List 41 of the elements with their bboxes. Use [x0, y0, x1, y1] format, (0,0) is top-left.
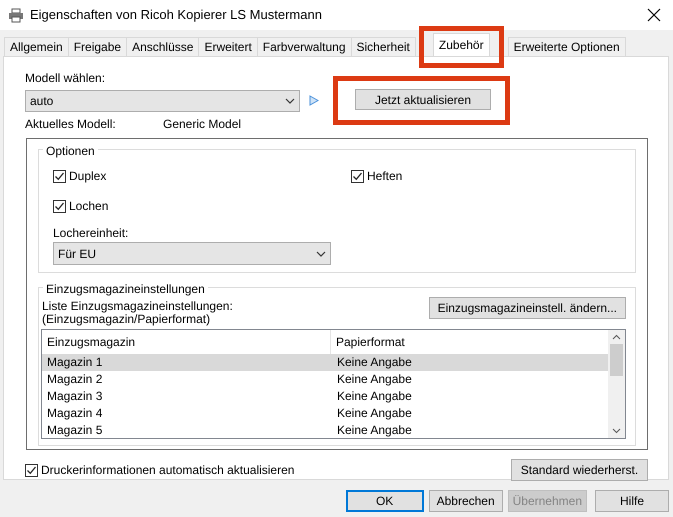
- update-button[interactable]: Jetzt aktualisieren: [355, 89, 491, 110]
- tab[interactable]: Freigabe: [68, 37, 128, 56]
- printer-icon: [8, 8, 24, 22]
- list-caption: Liste Einzugsmagazineinstellungen: (Einzugsmagazin/Papierformat): [41, 300, 233, 326]
- column-header[interactable]: Papierformat: [331, 330, 405, 354]
- checkbox[interactable]: [53, 170, 66, 182]
- scrollbar[interactable]: [608, 330, 625, 438]
- dialog-button[interactable]: Hilfe: [595, 490, 669, 512]
- checkbox-label: Druckerinformationen automatisch aktualisieren: [41, 462, 294, 479]
- field-value: Generic Model: [163, 116, 242, 133]
- change-trays-button[interactable]: Einzugsmagazineinstell. ändern...: [428, 297, 626, 319]
- close-icon[interactable]: [647, 8, 661, 22]
- field-label: Aktuelles Modell:: [25, 116, 117, 133]
- tab[interactable]: Sicherheit: [350, 37, 416, 56]
- chevron-down-icon: [285, 98, 295, 104]
- restore-defaults-button[interactable]: Standard wiederherst.: [511, 459, 648, 481]
- scroll-thumb[interactable]: [610, 344, 623, 376]
- checkbox-label: Duplex: [69, 168, 106, 185]
- punch-unit-dropdown[interactable]: Für EU: [53, 242, 331, 265]
- field-label: Lochereinheit:: [53, 225, 130, 242]
- tab[interactable]: Zubehör: [432, 33, 490, 56]
- table-row[interactable]: Magazin 2 Keine Angabe: [42, 371, 608, 388]
- chevron-down-icon: [316, 250, 326, 256]
- table-row[interactable]: Magazin 4 Keine Angabe: [42, 405, 608, 422]
- dialog-button[interactable]: OK: [346, 490, 424, 512]
- field-label: Modell wählen:: [25, 70, 106, 87]
- dialog-button[interactable]: Abbrechen: [428, 490, 503, 512]
- play-arrow-icon: [309, 95, 319, 106]
- checkbox[interactable]: [25, 464, 38, 476]
- checkbox-label: Heften: [367, 168, 402, 185]
- checkbox[interactable]: [53, 200, 66, 212]
- table-row[interactable]: Magazin 1 Keine Angabe: [42, 354, 608, 371]
- model-dropdown[interactable]: auto: [25, 90, 300, 112]
- table-row[interactable]: Magazin 3 Keine Angabe: [42, 388, 608, 405]
- checkbox-label: Lochen: [69, 198, 108, 215]
- table-row[interactable]: Magazin 5 Keine Angabe: [42, 422, 608, 438]
- tab[interactable]: Allgemein: [4, 37, 69, 56]
- tab[interactable]: Erweiterte Optionen: [508, 37, 626, 56]
- tab[interactable]: Farbverwaltung: [256, 37, 352, 56]
- window-title: Eigenschaften von Ricoh Kopierer LS Mustermann: [30, 6, 322, 24]
- checkbox[interactable]: [351, 170, 364, 182]
